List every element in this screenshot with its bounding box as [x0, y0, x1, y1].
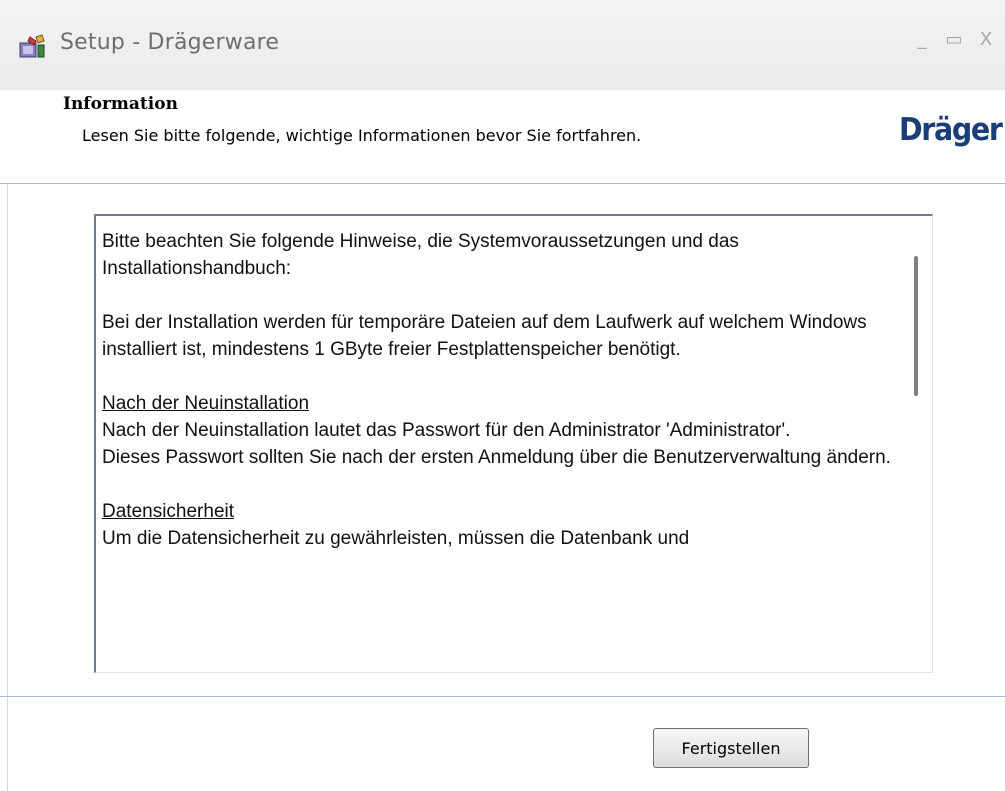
minimize-button[interactable]: _ [910, 28, 934, 52]
scrollbar-thumb[interactable] [914, 256, 918, 396]
window-title: Setup - Drägerware [60, 30, 280, 55]
info-paragraph: Bei der Installation werden für temporär… [102, 312, 867, 360]
maximize-button[interactable]: ▭ [942, 28, 966, 52]
page-header: Information Lesen Sie bitte folgende, wi… [0, 90, 1005, 183]
setup-window: Setup - Drägerware _ ▭ X Information Les… [0, 0, 1005, 791]
information-textbox[interactable]: Bitte beachten Sie folgende Hinweise, di… [94, 214, 933, 673]
window-left-border [7, 90, 8, 791]
footer-divider [0, 696, 1005, 697]
information-text: Bitte beachten Sie folgende Hinweise, di… [102, 228, 892, 552]
finish-button[interactable]: Fertigstellen [653, 728, 809, 768]
info-line: Nach der Neuinstallation lautet das Pass… [102, 420, 791, 441]
page-title: Information [63, 94, 178, 114]
info-line: Dieses Passwort sollten Sie nach der ers… [102, 447, 891, 468]
setup-app-icon [19, 34, 45, 58]
page-subtitle: Lesen Sie bitte folgende, wichtige Infor… [82, 126, 642, 145]
info-line: Um die Datensicherheit zu gewährleisten,… [102, 528, 690, 549]
title-bar[interactable]: Setup - Drägerware _ ▭ X [0, 0, 1005, 90]
vertical-scrollbar[interactable] [906, 222, 926, 662]
section-heading: Nach der Neuinstallation [102, 393, 310, 414]
drager-logo: Dräger [899, 112, 1003, 148]
section-heading: Datensicherheit [102, 501, 235, 522]
header-divider [0, 183, 1005, 184]
info-paragraph: Bitte beachten Sie folgende Hinweise, di… [102, 231, 739, 279]
close-button[interactable]: X [974, 28, 998, 52]
